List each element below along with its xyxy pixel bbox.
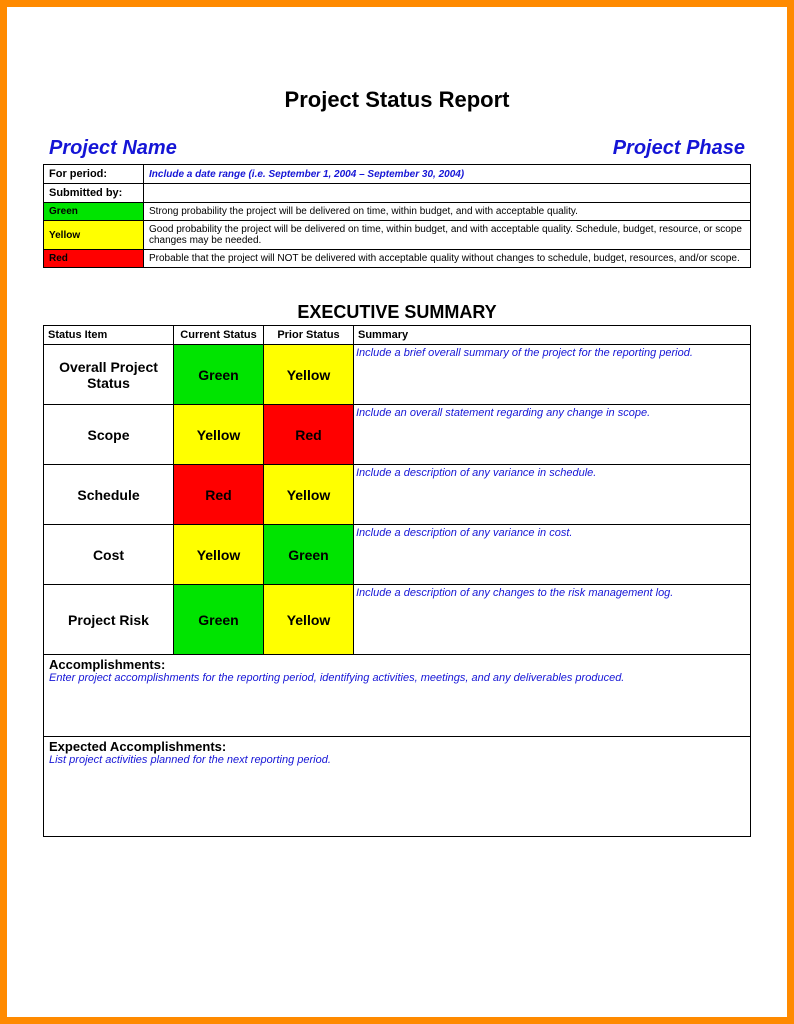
accomplishments-heading: Accomplishments: — [49, 657, 745, 672]
exec-row-scope: Scope Yellow Red Include an overall stat… — [44, 405, 751, 465]
document-title: Project Status Report — [43, 87, 751, 113]
exec-row-schedule: Schedule Red Yellow Include a descriptio… — [44, 465, 751, 525]
for-period-label: For period: — [44, 165, 144, 184]
legend-row-green: Green Strong probability the project wil… — [44, 203, 751, 221]
submitted-by-value — [144, 184, 751, 203]
summary-risk: Include a description of any changes to … — [354, 585, 751, 655]
document-frame: Project Status Report Project Name Proje… — [0, 0, 794, 1024]
exec-header-row: Status Item Current Status Prior Status … — [44, 326, 751, 345]
expected-row: Expected Accomplishments: List project a… — [44, 737, 751, 837]
legend-desc-yellow: Good probability the project will be del… — [144, 221, 751, 250]
exec-row-cost: Cost Yellow Green Include a description … — [44, 525, 751, 585]
col-summary: Summary — [354, 326, 751, 345]
item-cost: Cost — [44, 525, 174, 585]
current-scope: Yellow — [174, 405, 264, 465]
legend-swatch-green: Green — [44, 203, 144, 221]
legend-swatch-red: Red — [44, 250, 144, 268]
col-prior-status: Prior Status — [264, 326, 354, 345]
legend-desc-red: Probable that the project will NOT be de… — [144, 250, 751, 268]
executive-summary-table: Status Item Current Status Prior Status … — [43, 325, 751, 837]
submitted-by-row: Submitted by: — [44, 184, 751, 203]
current-cost: Yellow — [174, 525, 264, 585]
legend-row-red: Red Probable that the project will NOT b… — [44, 250, 751, 268]
legend-row-yellow: Yellow Good probability the project will… — [44, 221, 751, 250]
header-row: Project Name Project Phase — [43, 137, 751, 164]
project-name-heading: Project Name — [49, 137, 177, 160]
accomplishments-row: Accomplishments: Enter project accomplis… — [44, 655, 751, 737]
meta-table: For period: Include a date range (i.e. S… — [43, 164, 751, 268]
exec-row-risk: Project Risk Green Yellow Include a desc… — [44, 585, 751, 655]
current-overall: Green — [174, 345, 264, 405]
project-phase-heading: Project Phase — [613, 137, 745, 160]
summary-scope: Include an overall statement regarding a… — [354, 405, 751, 465]
prior-schedule: Yellow — [264, 465, 354, 525]
expected-heading: Expected Accomplishments: — [49, 739, 745, 754]
item-overall: Overall Project Status — [44, 345, 174, 405]
item-risk: Project Risk — [44, 585, 174, 655]
for-period-value: Include a date range (i.e. September 1, … — [144, 165, 751, 184]
item-schedule: Schedule — [44, 465, 174, 525]
summary-overall: Include a brief overall summary of the p… — [354, 345, 751, 405]
accomplishments-cell: Accomplishments: Enter project accomplis… — [44, 655, 751, 737]
submitted-by-label: Submitted by: — [44, 184, 144, 203]
prior-cost: Green — [264, 525, 354, 585]
expected-instr: List project activities planned for the … — [49, 754, 745, 766]
expected-cell: Expected Accomplishments: List project a… — [44, 737, 751, 837]
current-risk: Green — [174, 585, 264, 655]
executive-summary-title: EXECUTIVE SUMMARY — [43, 302, 751, 323]
prior-overall: Yellow — [264, 345, 354, 405]
legend-swatch-yellow: Yellow — [44, 221, 144, 250]
prior-scope: Red — [264, 405, 354, 465]
legend-desc-green: Strong probability the project will be d… — [144, 203, 751, 221]
exec-row-overall: Overall Project Status Green Yellow Incl… — [44, 345, 751, 405]
col-current-status: Current Status — [174, 326, 264, 345]
for-period-row: For period: Include a date range (i.e. S… — [44, 165, 751, 184]
item-scope: Scope — [44, 405, 174, 465]
prior-risk: Yellow — [264, 585, 354, 655]
summary-schedule: Include a description of any variance in… — [354, 465, 751, 525]
col-status-item: Status Item — [44, 326, 174, 345]
accomplishments-instr: Enter project accomplishments for the re… — [49, 672, 745, 684]
current-schedule: Red — [174, 465, 264, 525]
summary-cost: Include a description of any variance in… — [354, 525, 751, 585]
